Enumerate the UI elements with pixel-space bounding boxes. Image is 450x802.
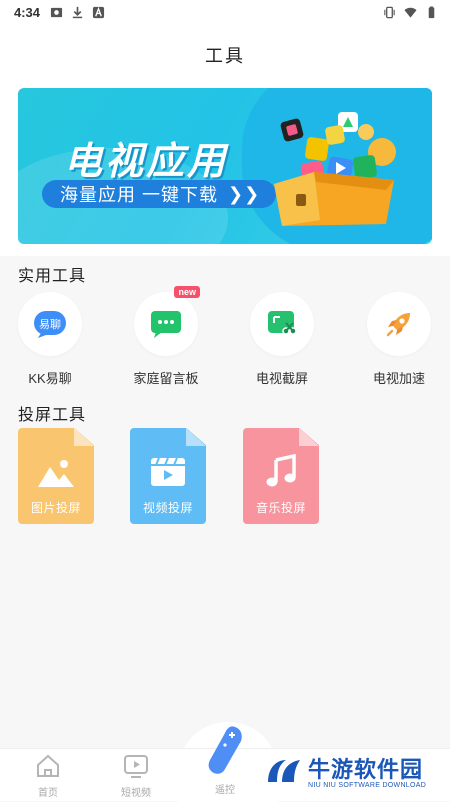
watermark-en: NIU NIU SOFTWARE DOWNLOAD [308, 782, 427, 789]
short-video-icon [124, 755, 148, 778]
tool-tv-screenshot[interactable]: 电视截屏 [232, 292, 332, 387]
image-icon [50, 7, 63, 17]
page-title: 工具 [205, 46, 245, 66]
cast-card-music[interactable]: 音乐投屏 [243, 428, 319, 524]
tool-icon-circle: 易聊 [18, 292, 82, 356]
tool-label: 电视截屏 [255, 371, 308, 386]
tv-apps-banner[interactable]: 电视应用 海量应用 一键下载 ❯❯ [18, 88, 432, 244]
cast-card-label: 音乐投屏 [255, 501, 306, 515]
battery-icon [428, 5, 435, 18]
message-board-icon [151, 311, 181, 338]
watermark-cn: 牛游软件园 [308, 757, 424, 782]
nav-item-home[interactable]: 首页 [18, 753, 78, 799]
tool-label: KK易聊 [28, 371, 72, 386]
banner-headline: 电视应用 [64, 141, 229, 183]
card-fold [186, 428, 206, 446]
tool-kk-chat[interactable]: 易聊 KK易聊 [0, 292, 100, 387]
download-icon [72, 6, 83, 18]
nav-label: 短视频 [121, 788, 151, 799]
watermark-text: 牛游软件园 NIU NIU SOFTWARE DOWNLOAD [308, 752, 426, 789]
new-badge: new [174, 286, 200, 298]
cast-tools-title: 投屏工具 [18, 407, 87, 424]
tool-icon-circle [250, 292, 314, 356]
tool-message-board[interactable]: new 家庭留言板 [116, 286, 216, 387]
treasure-chest-illustration [274, 112, 396, 226]
watermark: 牛游软件园 NIU NIU SOFTWARE DOWNLOAD [264, 752, 426, 789]
vibrate-icon [384, 6, 395, 18]
cast-card-label: 视频投屏 [142, 501, 193, 515]
banner-subline: 海量应用 一键下载 [60, 185, 219, 205]
a-badge-icon [92, 6, 105, 18]
kk-chat-icon: 易聊 [34, 311, 66, 338]
nav-item-short-video[interactable]: 短视频 [106, 753, 166, 799]
tool-label: 家庭留言板 [133, 371, 199, 386]
nav-item-remote[interactable]: 遥控 [195, 726, 255, 796]
banner-download-pill[interactable]: 海量应用 一键下载 ❯❯ [42, 180, 277, 208]
kk-chat-icon-text: 易聊 [39, 317, 61, 331]
page-header: 工具 [0, 24, 450, 86]
niuniu-logo-icon [268, 759, 300, 782]
tool-icon-circle: new [134, 286, 200, 356]
status-left-icons [50, 6, 105, 19]
image-icon [38, 460, 74, 487]
wifi-icon [404, 7, 417, 18]
banner-section: 电视应用 海量应用 一键下载 ❯❯ [0, 86, 450, 256]
video-icon [151, 457, 185, 486]
cast-card-label: 图片投屏 [30, 501, 81, 515]
nav-label: 遥控 [215, 785, 235, 796]
cast-card-video[interactable]: 视频投屏 [130, 428, 206, 524]
tv-screenshot-icon [268, 311, 297, 335]
card-fold [299, 428, 319, 446]
tool-icon-circle [367, 292, 431, 356]
status-bar: 4:34 [0, 0, 450, 24]
tool-tv-speedup[interactable]: 电视加速 [349, 292, 449, 387]
tool-label: 电视加速 [372, 371, 425, 386]
music-icon [266, 454, 296, 487]
status-time: 4:34 [14, 4, 41, 20]
rocket-icon [386, 313, 410, 337]
nav-label: 首页 [38, 788, 58, 799]
cast-card-image[interactable]: 图片投屏 [18, 428, 94, 524]
card-fold [74, 428, 94, 446]
status-right-icons [383, 5, 438, 19]
practical-tools-title: 实用工具 [18, 268, 87, 285]
remote-icon [208, 726, 242, 774]
home-icon [37, 754, 59, 777]
